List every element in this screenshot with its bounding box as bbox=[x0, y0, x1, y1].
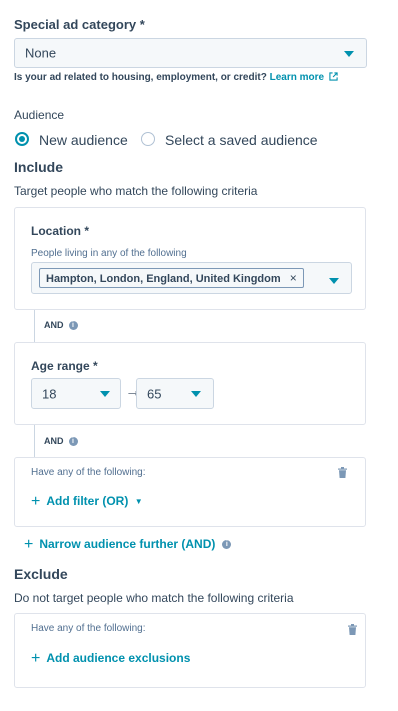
radio-saved-audience[interactable] bbox=[141, 132, 155, 146]
special-ad-select[interactable]: None bbox=[14, 38, 367, 68]
location-tag: Hampton, London, England, United Kingdom… bbox=[39, 268, 304, 288]
age-min-value: 18 bbox=[42, 386, 57, 401]
and-label-text: AND bbox=[44, 320, 64, 330]
location-sublabel: People living in any of the following bbox=[31, 248, 187, 259]
special-ad-value: None bbox=[25, 45, 57, 61]
include-heading: Include bbox=[14, 159, 64, 175]
age-max-select[interactable]: 65 bbox=[136, 378, 214, 409]
special-ad-label: Special ad category * bbox=[14, 17, 145, 32]
exclude-card: Have any of the following: + Add audience… bbox=[14, 613, 366, 688]
learn-more-link[interactable]: Learn more bbox=[270, 72, 338, 83]
filter-card: Have any of the following: + Add filter (… bbox=[14, 457, 366, 527]
radio-new-audience[interactable] bbox=[15, 132, 29, 146]
exclude-sublabel: Have any of the following: bbox=[31, 623, 146, 634]
plus-icon: + bbox=[24, 536, 34, 553]
chevron-down-icon bbox=[329, 278, 339, 284]
info-icon[interactable]: i bbox=[68, 321, 78, 331]
special-ad-help-text: Is your ad related to housing, employmen… bbox=[14, 72, 267, 83]
add-filter-label: Add filter (OR) bbox=[46, 494, 129, 508]
age-max-value: 65 bbox=[147, 386, 162, 401]
trash-icon[interactable] bbox=[338, 467, 347, 478]
close-icon[interactable]: × bbox=[290, 271, 297, 285]
chevron-down-icon bbox=[344, 51, 354, 57]
age-min-select[interactable]: 18 bbox=[31, 378, 121, 409]
plus-icon: + bbox=[31, 650, 41, 667]
narrow-audience-button[interactable]: + Narrow audience further (AND) i bbox=[24, 536, 232, 554]
location-tag-text: Hampton, London, England, United Kingdom bbox=[46, 273, 281, 285]
and-label: AND i bbox=[44, 320, 78, 331]
exclude-heading: Exclude bbox=[14, 566, 68, 582]
age-label: Age range * bbox=[31, 359, 98, 373]
chevron-down-icon bbox=[100, 391, 110, 397]
radio-saved-audience-label[interactable]: Select a saved audience bbox=[165, 132, 318, 148]
audience-label: Audience bbox=[14, 108, 65, 122]
caret-down-icon: ▼ bbox=[134, 497, 143, 506]
filter-sublabel: Have any of the following: bbox=[31, 467, 146, 478]
and-label: AND i bbox=[44, 436, 78, 447]
chevron-down-icon bbox=[191, 391, 201, 397]
info-icon[interactable]: i bbox=[68, 437, 78, 447]
external-link-icon bbox=[329, 72, 338, 81]
add-exclusions-button[interactable]: + Add audience exclusions bbox=[31, 650, 190, 668]
location-card: Location * People living in any of the f… bbox=[14, 207, 366, 310]
add-filter-button[interactable]: + Add filter (OR) ▼ bbox=[31, 493, 143, 511]
age-card: Age range * 18 → 65 bbox=[14, 342, 366, 425]
radio-new-audience-label[interactable]: New audience bbox=[39, 132, 128, 148]
include-description: Target people who match the following cr… bbox=[14, 184, 258, 198]
info-icon[interactable]: i bbox=[222, 540, 232, 550]
narrow-audience-label: Narrow audience further (AND) bbox=[39, 537, 216, 551]
and-label-text: AND bbox=[44, 436, 64, 446]
add-exclusions-label: Add audience exclusions bbox=[46, 651, 191, 665]
trash-icon[interactable] bbox=[348, 624, 357, 635]
connector-line bbox=[34, 425, 35, 457]
special-ad-help: Is your ad related to housing, employmen… bbox=[14, 72, 338, 83]
connector-line bbox=[34, 310, 35, 342]
location-select[interactable]: Hampton, London, England, United Kingdom… bbox=[31, 262, 352, 294]
plus-icon: + bbox=[31, 493, 41, 510]
location-label: Location * bbox=[31, 224, 90, 238]
learn-more-label: Learn more bbox=[269, 72, 325, 83]
exclude-description: Do not target people who match the follo… bbox=[14, 591, 294, 605]
